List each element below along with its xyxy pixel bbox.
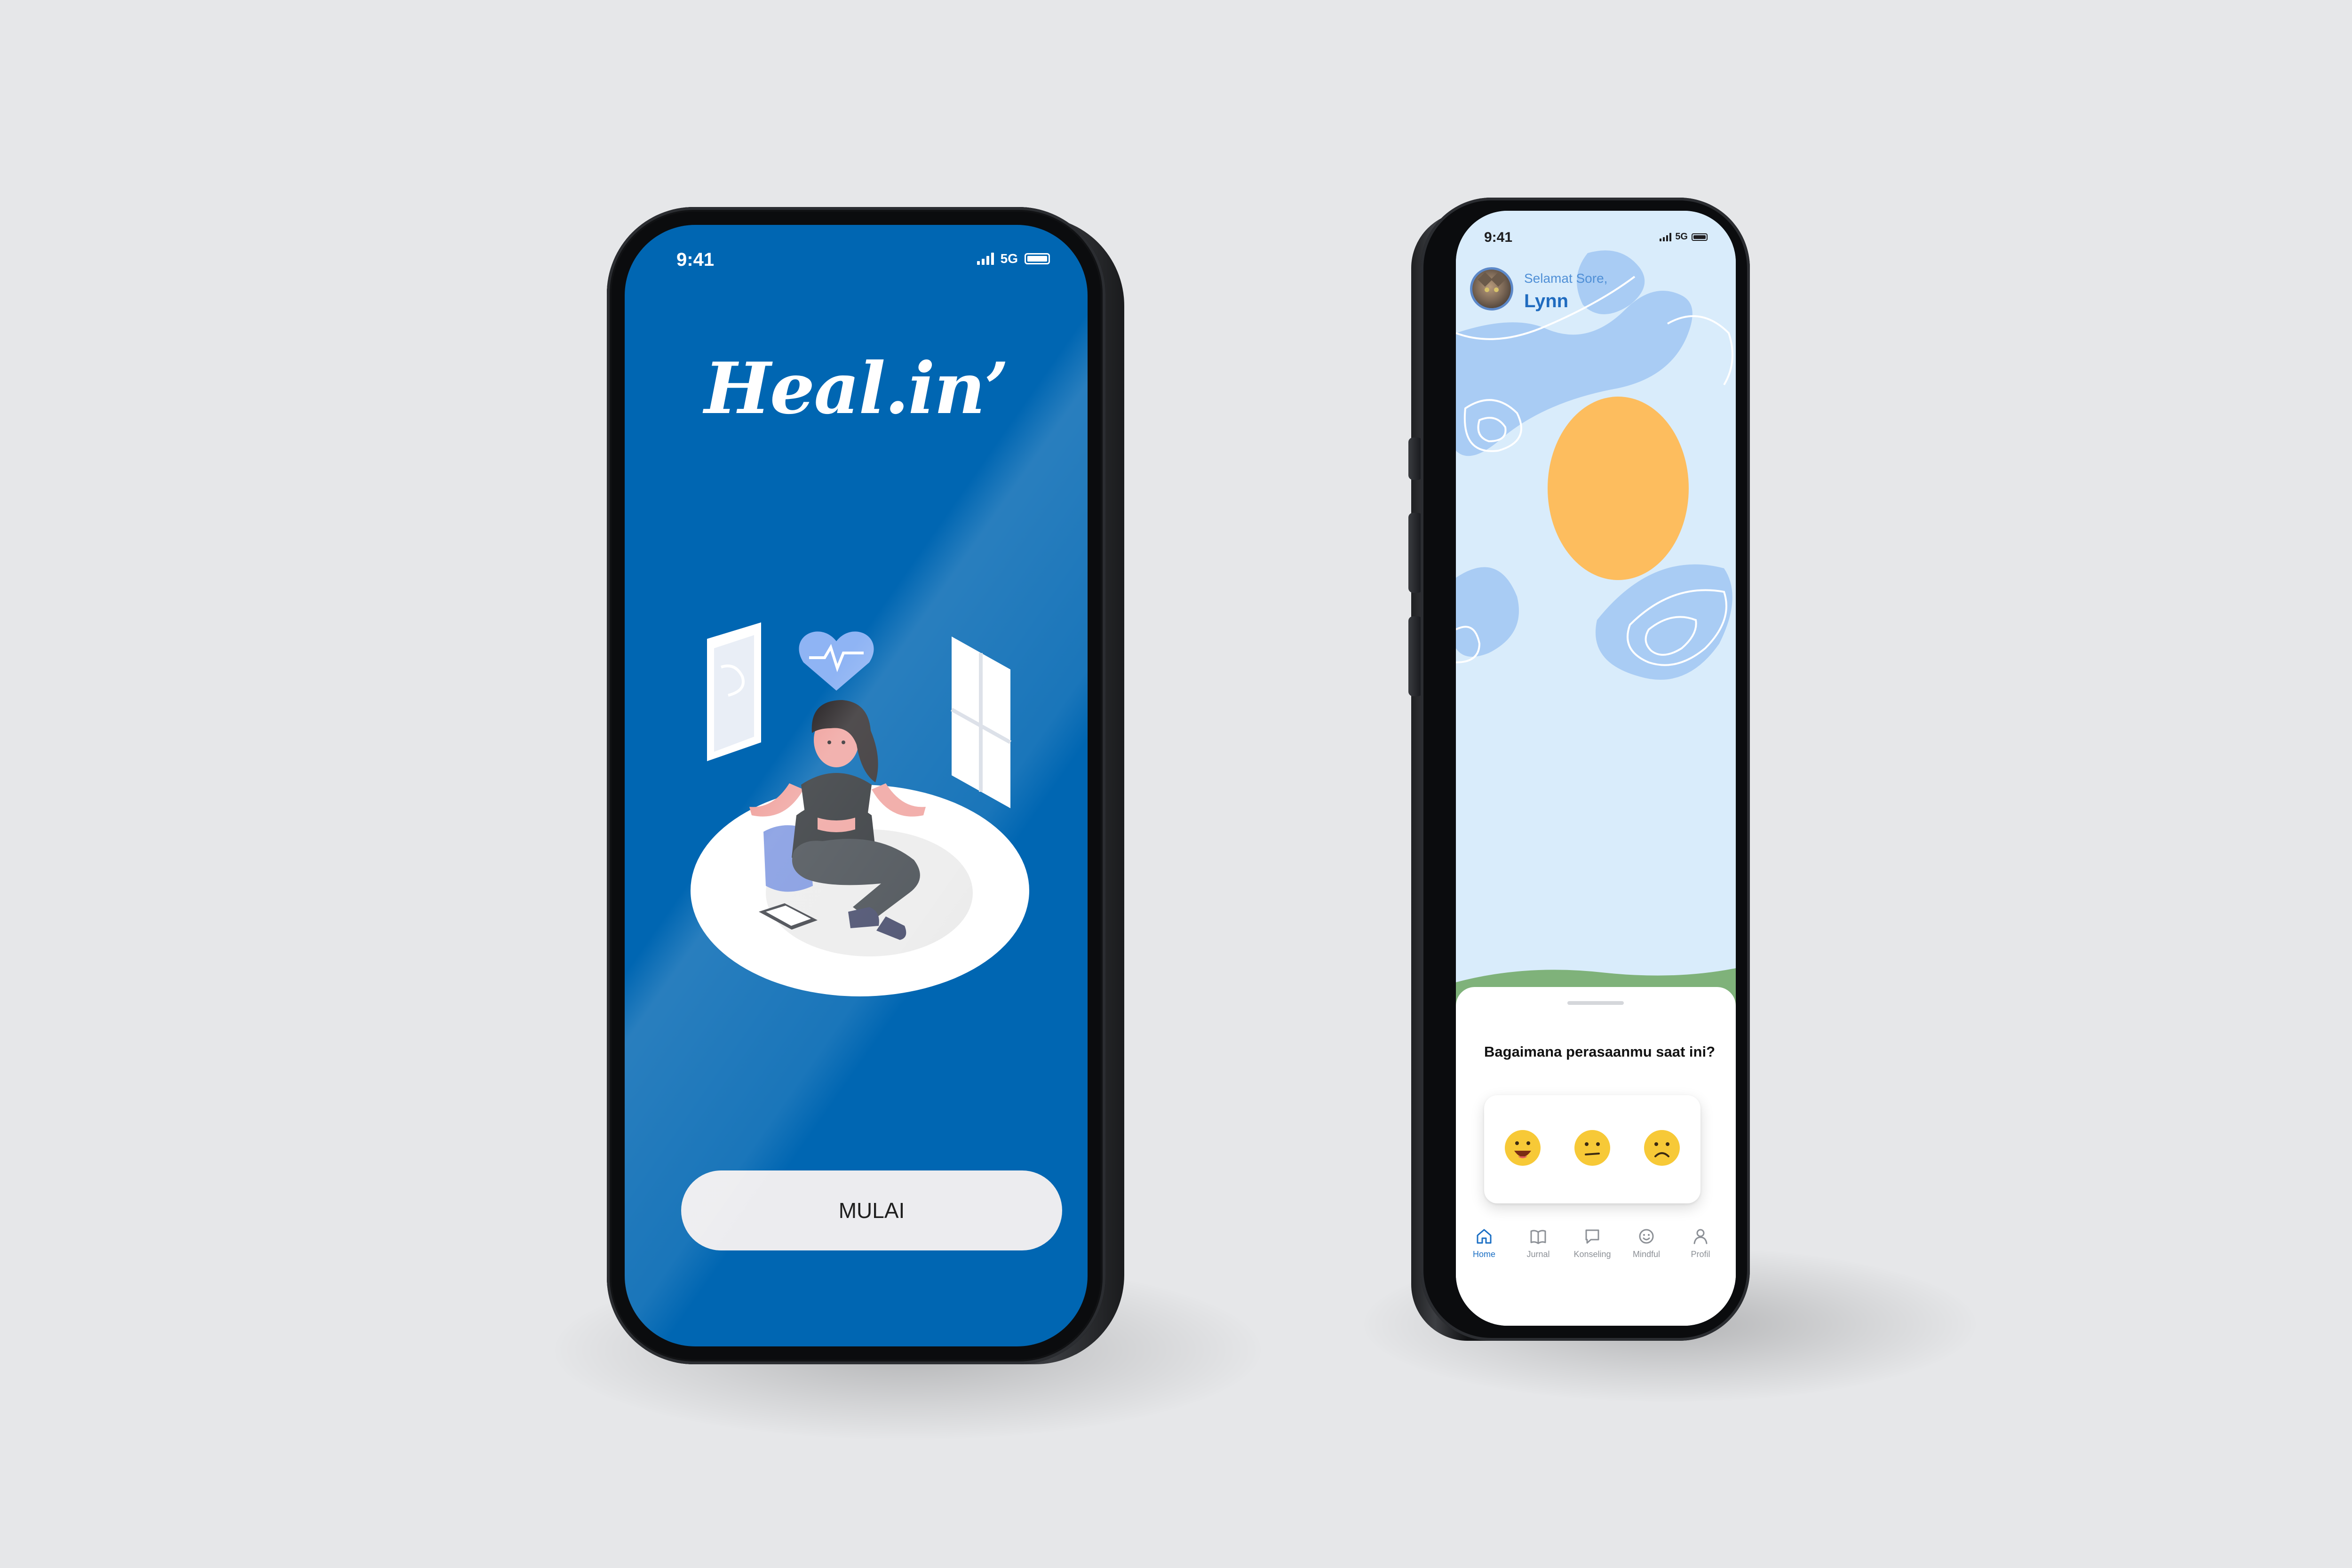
- sad-face-icon[interactable]: [1642, 1128, 1682, 1168]
- nav-label: Konseling: [1573, 1250, 1611, 1259]
- start-button[interactable]: MULAI: [681, 1170, 1062, 1250]
- nav-label: Mindful: [1632, 1250, 1661, 1259]
- mood-question: Bagaimana perasaanmu saat ini?: [1484, 1043, 1716, 1060]
- nav-label: Profil: [1691, 1250, 1710, 1259]
- splash-screen: 9:41 5G Heal.in’ MULAI: [625, 225, 1088, 1346]
- nav-item-profil[interactable]: Profil: [1675, 1227, 1726, 1259]
- signal-icon: [977, 253, 994, 265]
- network-label: 5G: [1000, 251, 1018, 266]
- phone-frame: 9:41 5G Heal.in’ MULAI: [607, 207, 1105, 1364]
- splash-phone: 9:41 5G Heal.in’ MULAI: [607, 207, 1124, 1369]
- status-indicators: 5G: [977, 251, 1050, 266]
- home-icon: [1477, 1229, 1492, 1244]
- status-bar: 9:41 5G: [625, 225, 1088, 286]
- network-label: 5G: [1675, 231, 1688, 242]
- nav-label: Home: [1472, 1250, 1495, 1259]
- chat-icon: [1585, 1229, 1599, 1244]
- status-bar: 9:41 5G: [1456, 211, 1736, 272]
- status-indicators: 5G: [1660, 231, 1708, 242]
- nav-item-home[interactable]: Home: [1458, 1227, 1510, 1259]
- happy-face-icon[interactable]: [1503, 1128, 1542, 1168]
- meditation-illustration: [691, 622, 1029, 996]
- avatar[interactable]: [1470, 267, 1513, 310]
- nav-item-mindful[interactable]: Mindful: [1621, 1227, 1672, 1259]
- battery-icon: [1692, 233, 1708, 241]
- user-name: Lynn: [1524, 291, 1569, 311]
- person-icon: [1693, 1229, 1708, 1244]
- nav-label: Jurnal: [1526, 1250, 1550, 1259]
- sheet-drag-handle[interactable]: [1567, 1001, 1624, 1005]
- bottom-navigation: Home Jurnal Konseling Mindful Profil: [1456, 1222, 1736, 1326]
- nav-item-jurnal[interactable]: Jurnal: [1512, 1227, 1564, 1259]
- book-icon: [1530, 1230, 1546, 1244]
- signal-icon: [1660, 232, 1672, 241]
- battery-icon: [1025, 253, 1050, 264]
- home-phone: 9:41 5G Selamat Sore, Lynn Bagaimana per…: [1408, 198, 1750, 1345]
- neutral-face-icon[interactable]: [1573, 1128, 1612, 1168]
- nav-item-konseling[interactable]: Konseling: [1566, 1227, 1618, 1259]
- greeting-text: Selamat Sore,: [1524, 271, 1608, 286]
- app-logo: Heal.in’: [704, 347, 1009, 430]
- mood-picker: [1484, 1095, 1700, 1203]
- status-time: 9:41: [1484, 230, 1513, 245]
- home-screen: 9:41 5G Selamat Sore, Lynn Bagaimana per…: [1456, 211, 1736, 1326]
- status-time: 9:41: [676, 249, 715, 270]
- smile-icon: [1639, 1229, 1654, 1244]
- home-background-art: [1456, 211, 1736, 1020]
- mockup-scene: 9:41 5G Heal.in’ MULAI 9:41 5G Selamat S…: [0, 0, 2352, 1568]
